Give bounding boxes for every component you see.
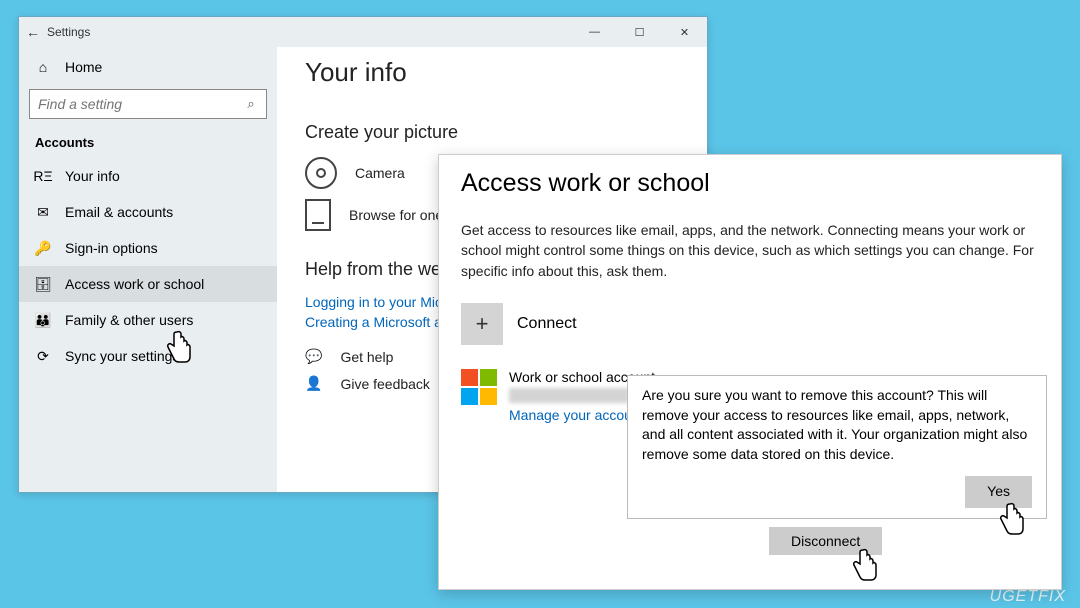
sidebar-item-label: Sync your settings <box>65 348 179 364</box>
sidebar: ⌂ Home ⌕ Accounts RΞ Your info ✉ Email & ac… <box>19 47 277 492</box>
plus-icon: + <box>461 303 503 345</box>
connect-row[interactable]: + Connect <box>461 303 1039 345</box>
window-title: Settings <box>47 25 572 39</box>
home-label: Home <box>65 59 102 75</box>
feedback-link[interactable]: Give feedback <box>340 376 430 392</box>
close-button[interactable]: ✕ <box>662 17 707 47</box>
access-work-school-window: Access work or school Get access to reso… <box>438 154 1062 590</box>
browse-label: Browse for one <box>349 207 443 223</box>
sidebar-item-label: Email & accounts <box>65 204 173 220</box>
person-card-icon: RΞ <box>35 168 51 184</box>
sidebar-item-your-info[interactable]: RΞ Your info <box>19 158 277 194</box>
sidebar-item-label: Your info <box>65 168 120 184</box>
sidebar-item-family-other-users[interactable]: 👪 Family & other users <box>19 302 277 338</box>
maximize-button[interactable]: ☐ <box>617 17 662 47</box>
sidebar-item-sync-your-settings[interactable]: ⟳ Sync your settings <box>19 338 277 374</box>
search-input[interactable] <box>30 90 236 118</box>
camera-label: Camera <box>355 165 405 181</box>
back-button[interactable]: ← <box>19 24 47 40</box>
remove-account-dialog: Are you sure you want to remove this acc… <box>627 375 1047 519</box>
dialog-text: Are you sure you want to remove this acc… <box>642 386 1032 464</box>
search-icon: ⌕ <box>236 90 266 118</box>
sidebar-item-email-accounts[interactable]: ✉ Email & accounts <box>19 194 277 230</box>
watermark: UGETFIX <box>990 588 1066 606</box>
sidebar-item-sign-in-options[interactable]: 🔑 Sign-in options <box>19 230 277 266</box>
sidebar-item-access-work-or-school[interactable]: 🗄 Access work or school <box>19 266 277 302</box>
sidebar-item-label: Family & other users <box>65 312 193 328</box>
sync-icon: ⟳ <box>35 348 51 364</box>
chat-icon: 💬 <box>305 348 322 365</box>
home-icon: ⌂ <box>35 59 51 75</box>
envelope-icon: ✉ <box>35 204 51 220</box>
sidebar-item-label: Sign-in options <box>65 240 158 256</box>
section-create-picture: Create your picture <box>305 122 679 143</box>
browse-icon <box>305 199 331 231</box>
family-icon: 👪 <box>35 312 51 328</box>
window-controls: — ☐ ✕ <box>572 17 707 47</box>
sidebar-home[interactable]: ⌂ Home <box>19 47 277 87</box>
titlebar: ← Settings — ☐ ✕ <box>19 17 707 47</box>
briefcase-icon: 🗄 <box>35 276 51 292</box>
account-email-redacted <box>509 388 629 403</box>
microsoft-logo-icon <box>461 369 497 405</box>
search-box[interactable]: ⌕ <box>29 89 267 119</box>
key-icon: 🔑 <box>35 240 51 256</box>
get-help-link[interactable]: Get help <box>340 349 393 365</box>
minimize-button[interactable]: — <box>572 17 617 47</box>
category-label: Accounts <box>19 131 277 158</box>
connect-label: Connect <box>517 315 577 333</box>
description: Get access to resources like email, apps… <box>461 220 1039 281</box>
sidebar-item-label: Access work or school <box>65 276 204 292</box>
page-title: Access work or school <box>461 169 1039 198</box>
person-icon: 👤 <box>305 375 322 392</box>
camera-icon <box>305 157 337 189</box>
disconnect-button[interactable]: Disconnect <box>769 527 882 555</box>
yes-button[interactable]: Yes <box>965 476 1032 508</box>
page-title: Your info <box>305 57 679 88</box>
